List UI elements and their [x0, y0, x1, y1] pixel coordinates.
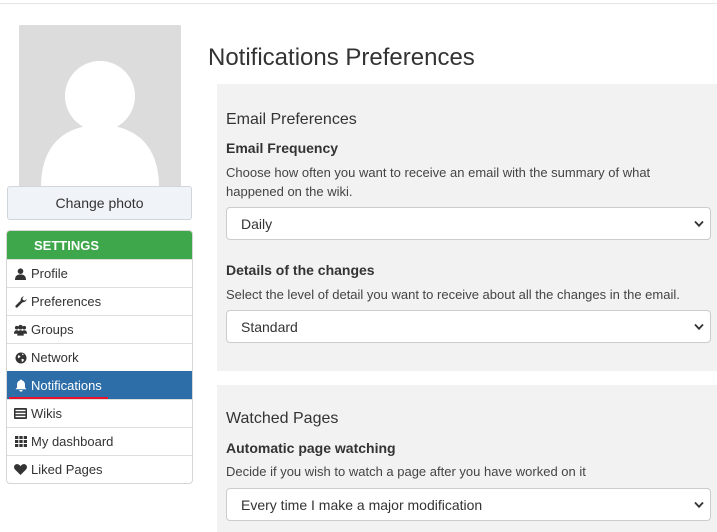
sidebar-item-label: Preferences	[31, 294, 102, 309]
sidebar-item-label: My dashboard	[31, 434, 114, 449]
avatar	[19, 25, 181, 187]
sidebar-item-preferences[interactable]: Preferences	[7, 287, 192, 315]
watched-pages-panel: Watched Pages Automatic page watching De…	[217, 385, 717, 532]
details-of-changes-select[interactable]: Standard	[226, 310, 711, 343]
bell-icon	[14, 379, 27, 392]
automatic-page-watching-label: Automatic page watching	[226, 440, 396, 456]
sidebar-item-wikis[interactable]: Wikis	[7, 399, 192, 427]
sidebar-item-label: Network	[31, 350, 79, 365]
globe-icon	[14, 351, 27, 364]
page-title: Notifications Preferences	[208, 44, 475, 71]
automatic-page-watching-help: Decide if you wish to watch a page after…	[226, 464, 586, 479]
sidebar-item-label: Wikis	[31, 406, 63, 421]
change-photo-button[interactable]: Change photo	[7, 186, 192, 220]
top-divider	[0, 3, 717, 4]
sidebar-item-label: Profile	[31, 266, 68, 281]
email-frequency-select[interactable]: Daily	[226, 207, 711, 240]
user-icon	[14, 267, 27, 280]
sidebar-item-notifications[interactable]: Notifications	[7, 371, 192, 399]
settings-menu: SETTINGS Profile Preferences Groups Netw…	[6, 230, 193, 484]
sidebar-item-label: Notifications	[31, 378, 102, 393]
sidebar-item-label: Liked Pages	[31, 462, 103, 477]
email-preferences-panel: Email Preferences Email Frequency Choose…	[217, 84, 717, 371]
sidebar-item-profile[interactable]: Profile	[7, 259, 192, 287]
automatic-page-watching-value: Every time I make a major modification	[241, 496, 483, 513]
chevron-down-icon	[694, 501, 704, 509]
chevron-down-icon	[694, 323, 704, 331]
watched-pages-title: Watched Pages	[226, 410, 339, 427]
settings-header: SETTINGS	[7, 231, 192, 259]
details-of-changes-value: Standard	[241, 318, 298, 335]
details-of-changes-help: Select the level of detail you want to r…	[226, 287, 680, 302]
list-icon	[14, 407, 27, 420]
sidebar-item-label: Groups	[31, 322, 74, 337]
sidebar-item-my-dashboard[interactable]: My dashboard	[7, 427, 192, 455]
email-frequency-value: Daily	[241, 215, 273, 232]
users-icon	[14, 323, 27, 336]
active-item-underline	[9, 397, 108, 399]
sidebar-item-liked-pages[interactable]: Liked Pages	[7, 455, 192, 483]
chevron-down-icon	[694, 220, 704, 228]
email-frequency-label: Email Frequency	[226, 140, 339, 156]
wrench-icon	[14, 295, 27, 308]
avatar-placeholder-icon	[19, 25, 181, 187]
grid-icon	[14, 435, 27, 448]
email-frequency-help: Choose how often you want to receive an …	[226, 165, 651, 199]
email-preferences-title: Email Preferences	[226, 111, 357, 128]
sidebar-item-network[interactable]: Network	[7, 343, 192, 371]
sidebar-item-groups[interactable]: Groups	[7, 315, 192, 343]
heart-icon	[14, 463, 27, 476]
details-of-changes-label: Details of the changes	[226, 262, 375, 278]
automatic-page-watching-select[interactable]: Every time I make a major modification	[226, 488, 711, 521]
